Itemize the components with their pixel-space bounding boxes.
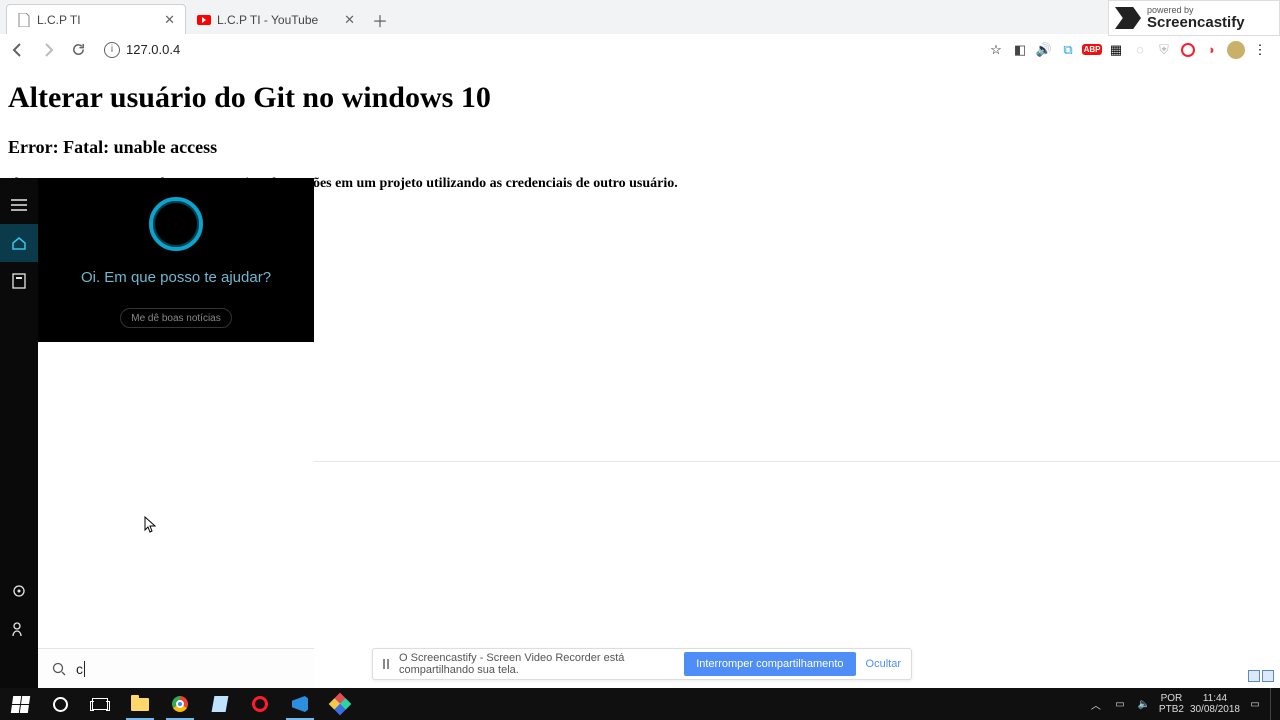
cortana-notebook-button[interactable]	[0, 262, 38, 300]
cortana-ring-icon	[149, 197, 203, 251]
cortana-menu-button[interactable]	[0, 186, 38, 224]
volume-icon[interactable]: 🔊	[1034, 40, 1054, 60]
pause-icon	[383, 659, 389, 669]
chrome-icon	[172, 696, 188, 712]
shield-icon[interactable]: ⛨	[1154, 40, 1174, 60]
ext-icon-2[interactable]: ⧉	[1058, 40, 1078, 60]
tab-title: L.C.P TI	[37, 13, 158, 27]
tab-title: L.C.P TI - YouTube	[217, 13, 338, 27]
taskbar-app-chrome[interactable]	[160, 688, 200, 720]
tab-close-icon[interactable]: ✕	[344, 12, 355, 28]
cortana-panel: Oi. Em que posso te ajudar? Me dê boas n…	[0, 178, 314, 688]
cortana-search-value: c	[76, 661, 85, 677]
action-center-icon[interactable]: ▭	[1246, 699, 1264, 710]
cortana-hero: Oi. Em que posso te ajudar? Me dê boas n…	[38, 178, 314, 342]
star-icon[interactable]: ☆	[986, 40, 1006, 60]
notepad-icon	[212, 696, 229, 712]
vscode-icon	[292, 696, 308, 712]
opera-ext-icon[interactable]	[1178, 40, 1198, 60]
taskbar-app-sourcetree[interactable]	[320, 688, 360, 720]
share-message: O Screencastify - Screen Video Recorder …	[399, 652, 674, 676]
page-heading: Alterar usuário do Git no windows 10	[8, 81, 1272, 115]
tray-network-icon[interactable]: ▭	[1111, 699, 1129, 710]
cortana-suggestion-chip[interactable]: Me dê boas notícias	[120, 308, 232, 328]
view-tiles-icon[interactable]	[1248, 670, 1274, 684]
cortana-body: Oi. Em que posso te ajudar? Me dê boas n…	[38, 178, 314, 688]
reload-button[interactable]	[64, 36, 92, 64]
extensions-row: ☆ ◧ 🔊 ⧉ ABP ▦ ◌ ⛨ ◗ ⋮	[986, 40, 1276, 60]
browser-tab-1[interactable]: L.C.P TI ✕	[6, 4, 186, 34]
page-subheading: Error: Fatal: unable access	[8, 137, 1272, 158]
toolbar: i 127.0.0.4 ☆ ◧ 🔊 ⧉ ABP ▦ ◌ ⛨ ◗ ⋮	[0, 34, 1280, 65]
tray-chevron-icon[interactable]: ︿	[1087, 697, 1105, 712]
tray-volume-icon[interactable]: 🔈	[1135, 699, 1153, 710]
chrome-menu-icon[interactable]: ⋮	[1250, 40, 1270, 60]
folder-icon	[131, 698, 149, 711]
browser-tab-2[interactable]: L.C.P TI - YouTube ✕	[186, 4, 366, 34]
forward-button	[34, 36, 62, 64]
system-tray: ︿ ▭ 🔈 POR PTB2 11:44 30/08/2018 ▭	[1087, 688, 1280, 720]
taskbar-app-explorer[interactable]	[120, 688, 160, 720]
abp-icon[interactable]: ABP	[1082, 40, 1102, 60]
sourcetree-icon	[329, 693, 352, 716]
stop-sharing-button[interactable]: Interromper compartilhamento	[684, 652, 855, 676]
taskbar-app-vscode[interactable]	[280, 688, 320, 720]
page-favicon-icon	[17, 13, 31, 27]
screencastify-logo-icon	[1115, 7, 1141, 29]
screencastify-share-bar: O Screencastify - Screen Video Recorder …	[372, 648, 912, 680]
opera-icon	[252, 696, 268, 712]
youtube-favicon-icon	[197, 13, 211, 27]
screencastify-badge: powered by Screencastify	[1108, 0, 1280, 36]
taskview-button[interactable]	[80, 688, 120, 720]
address-text: 127.0.0.4	[126, 42, 180, 57]
cortana-search-box[interactable]: c	[38, 648, 314, 688]
start-button[interactable]	[0, 688, 40, 720]
screencastify-ext-icon[interactable]: ◗	[1202, 40, 1222, 60]
tray-ime[interactable]: POR PTB2	[1159, 693, 1184, 715]
screencastify-brand: Screencastify	[1147, 15, 1245, 30]
cortana-greeting: Oi. Em que posso te ajudar?	[65, 269, 287, 286]
show-desktop-button[interactable]	[1270, 688, 1276, 720]
taskbar-app-opera[interactable]	[240, 688, 280, 720]
ext-icon-3[interactable]: ◌	[1130, 40, 1150, 60]
new-tab-button[interactable]: ＋	[366, 6, 394, 34]
cortana-results	[38, 342, 314, 648]
hide-sharing-button[interactable]: Ocultar	[866, 658, 901, 670]
tab-close-icon[interactable]: ✕	[164, 12, 175, 28]
cortana-home-button[interactable]	[0, 224, 38, 262]
search-icon	[52, 662, 66, 676]
profile-avatar-icon[interactable]	[1226, 40, 1246, 60]
ext-icon-1[interactable]: ◧	[1010, 40, 1030, 60]
cortana-taskbar-button[interactable]	[40, 688, 80, 720]
cortana-rail	[0, 178, 38, 688]
taskbar: ︿ ▭ 🔈 POR PTB2 11:44 30/08/2018 ▭	[0, 688, 1280, 720]
back-button[interactable]	[4, 36, 32, 64]
browser-chrome: L.C.P TI ✕ L.C.P TI - YouTube ✕ ＋ i 127.…	[0, 0, 1280, 65]
site-info-icon[interactable]: i	[104, 42, 120, 58]
taskbar-app-notepad[interactable]	[200, 688, 240, 720]
tab-strip: L.C.P TI ✕ L.C.P TI - YouTube ✕ ＋	[0, 0, 1280, 34]
qr-icon[interactable]: ▦	[1106, 40, 1126, 60]
cortana-feedback-button[interactable]	[0, 610, 38, 648]
tray-clock[interactable]: 11:44 30/08/2018	[1190, 693, 1240, 715]
cortana-settings-button[interactable]	[0, 572, 38, 610]
mouse-cursor-icon	[144, 516, 156, 534]
address-bar[interactable]: i 127.0.0.4	[94, 36, 984, 64]
